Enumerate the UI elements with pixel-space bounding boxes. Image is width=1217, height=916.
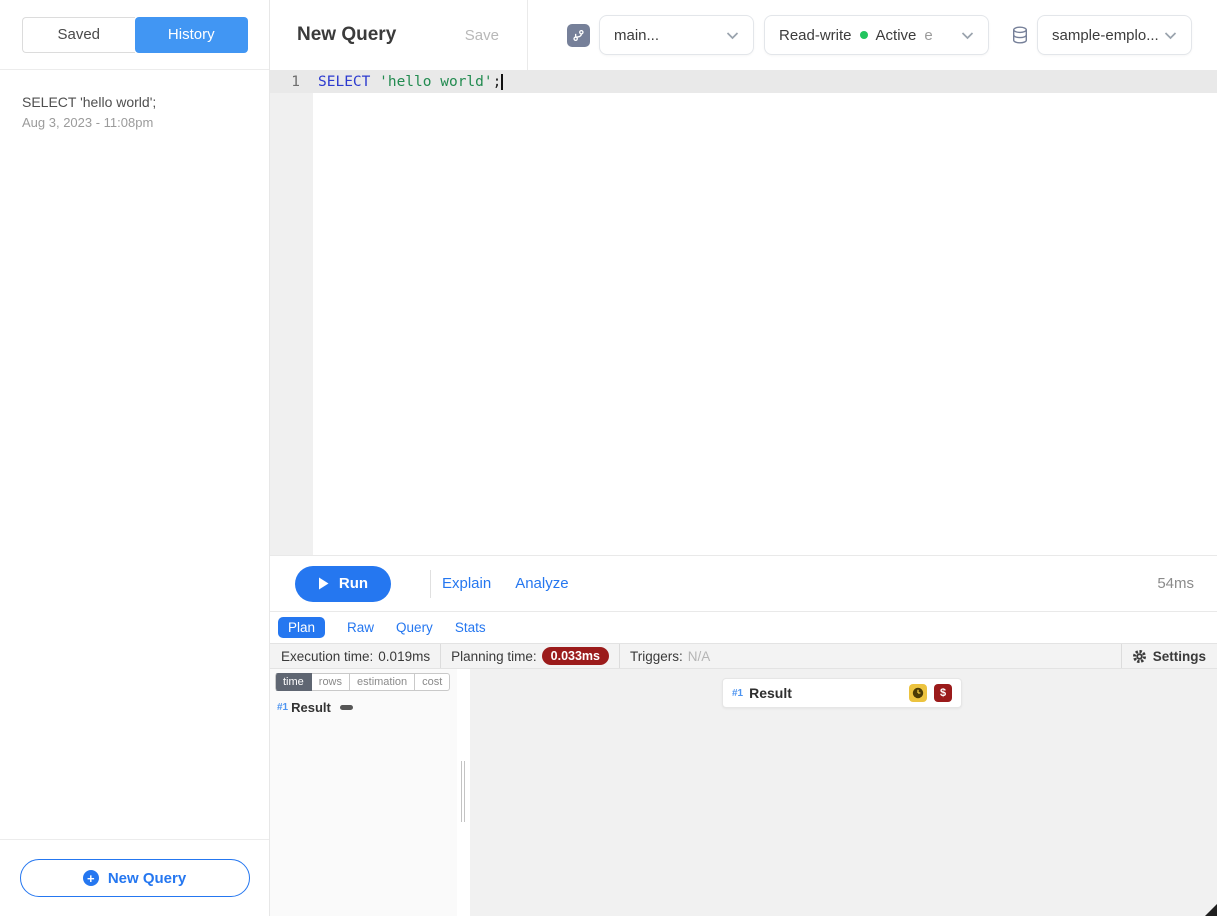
compute-extra: e	[924, 27, 932, 44]
plan-tree-panel: time rows estimation cost #1 Result	[270, 669, 457, 916]
plan-tree-row[interactable]: #1 Result	[275, 700, 457, 715]
history-list: SELECT 'hello world'; Aug 3, 2023 - 11:0…	[0, 70, 269, 839]
main-panel: New Query Save main...	[270, 0, 1217, 916]
node-id: #1	[277, 702, 288, 713]
triggers: Triggers: N/A	[630, 649, 710, 664]
tab-query[interactable]: Query	[396, 620, 433, 635]
active-status-dot-icon	[860, 31, 868, 39]
compute-status: Active	[876, 27, 917, 44]
page-title: New Query	[297, 24, 396, 46]
metric-bar	[340, 705, 353, 710]
node-id: #1	[732, 688, 743, 699]
plan-stats-bar: Execution time: 0.019ms Planning time: 0…	[270, 643, 1217, 669]
tab-raw[interactable]: Raw	[347, 620, 374, 635]
tab-plan[interactable]: Plan	[278, 617, 325, 638]
branch-dropdown-value: main...	[614, 27, 659, 44]
chevron-down-icon	[1164, 27, 1177, 44]
sql-editor[interactable]: 1 SELECT 'hello world';	[270, 70, 1217, 555]
compute-dropdown[interactable]: Read-write Active e	[764, 15, 989, 55]
plan-node-result[interactable]: #1 Result $	[722, 678, 962, 708]
code-line: SELECT 'hello world';	[313, 74, 503, 90]
header-left: New Query Save	[270, 0, 527, 70]
stats-divider	[440, 644, 441, 668]
gear-icon	[1132, 649, 1147, 664]
editor-active-line[interactable]: 1 SELECT 'hello world';	[270, 70, 1217, 93]
planning-time-label: Planning time:	[451, 649, 537, 664]
history-item-timestamp: Aug 3, 2023 - 11:08pm	[22, 115, 247, 130]
results-panel: Plan Raw Query Stats Execution time: 0.0…	[270, 611, 1217, 916]
tab-saved[interactable]: Saved	[22, 17, 136, 53]
run-bar-divider	[430, 570, 431, 598]
metric-time[interactable]: time	[275, 673, 312, 691]
sql-terminator: ;	[493, 74, 502, 90]
database-dropdown-value: sample-emplo...	[1052, 27, 1159, 44]
metric-cost[interactable]: cost	[415, 673, 450, 691]
triggers-label: Triggers:	[630, 649, 683, 664]
results-tabs: Plan Raw Query Stats	[270, 612, 1217, 643]
settings-label: Settings	[1153, 649, 1206, 664]
plan-canvas[interactable]: #1 Result $	[470, 669, 1217, 916]
new-query-button[interactable]: + New Query	[20, 859, 250, 897]
node-badges: $	[909, 684, 952, 702]
save-button[interactable]: Save	[465, 27, 499, 44]
query-duration: 54ms	[1157, 575, 1194, 592]
analyze-button[interactable]: Analyze	[515, 575, 568, 592]
tab-history[interactable]: History	[135, 17, 248, 53]
sidebar-footer: + New Query	[0, 839, 269, 916]
metric-switcher: time rows estimation cost	[275, 673, 457, 691]
execution-time-label: Execution time:	[281, 649, 373, 664]
text-cursor	[501, 74, 503, 90]
compute-mode: Read-write	[779, 27, 852, 44]
splitter-handle-icon	[461, 761, 465, 822]
clock-icon	[909, 684, 927, 702]
metric-rows[interactable]: rows	[312, 673, 350, 691]
tab-stats[interactable]: Stats	[455, 620, 486, 635]
node-name: Result	[749, 685, 792, 701]
planning-time: Planning time: 0.033ms	[451, 647, 609, 665]
chevron-down-icon	[726, 27, 739, 44]
sql-editor-app: Saved History SELECT 'hello world'; Aug …	[0, 0, 1217, 916]
explain-button[interactable]: Explain	[442, 575, 491, 592]
database-dropdown[interactable]: sample-emplo...	[1037, 15, 1192, 55]
execution-time: Execution time: 0.019ms	[281, 649, 430, 664]
node-name: Result	[291, 700, 331, 715]
metric-estimation[interactable]: estimation	[350, 673, 415, 691]
resize-handle[interactable]	[1205, 904, 1217, 916]
sql-keyword: SELECT	[318, 74, 370, 90]
panel-splitter[interactable]	[457, 669, 470, 916]
branch-icon	[567, 24, 590, 47]
stats-divider	[619, 644, 620, 668]
chevron-down-icon	[961, 27, 974, 44]
saved-history-toggle: Saved History	[22, 17, 248, 53]
stats-divider	[1121, 644, 1122, 668]
header-toolbar: main... Read-write Active e	[528, 0, 1217, 70]
database-icon	[1010, 25, 1030, 45]
branch-dropdown[interactable]: main...	[599, 15, 754, 55]
plan-content: time rows estimation cost #1 Result	[270, 669, 1217, 916]
sidebar-tab-switcher: Saved History	[0, 0, 269, 70]
triggers-value: N/A	[688, 649, 711, 664]
query-header: New Query Save main...	[270, 0, 1217, 70]
query-sidebar: Saved History SELECT 'hello world'; Aug …	[0, 0, 270, 916]
plus-icon: +	[83, 870, 99, 886]
run-label: Run	[339, 575, 368, 592]
play-icon	[318, 577, 329, 590]
settings-button[interactable]: Settings	[1132, 649, 1206, 664]
sql-string: 'hello world'	[370, 74, 492, 90]
dollar-icon: $	[934, 684, 952, 702]
execution-time-value: 0.019ms	[378, 649, 430, 664]
editor-gutter	[270, 70, 313, 555]
run-toolbar: Run Explain Analyze 54ms	[270, 555, 1217, 611]
history-item-query: SELECT 'hello world';	[22, 94, 247, 110]
run-button[interactable]: Run	[295, 566, 391, 602]
planning-time-badge: 0.033ms	[542, 647, 609, 665]
history-item[interactable]: SELECT 'hello world'; Aug 3, 2023 - 11:0…	[22, 94, 247, 130]
new-query-label: New Query	[108, 870, 186, 887]
line-number: 1	[270, 74, 313, 90]
